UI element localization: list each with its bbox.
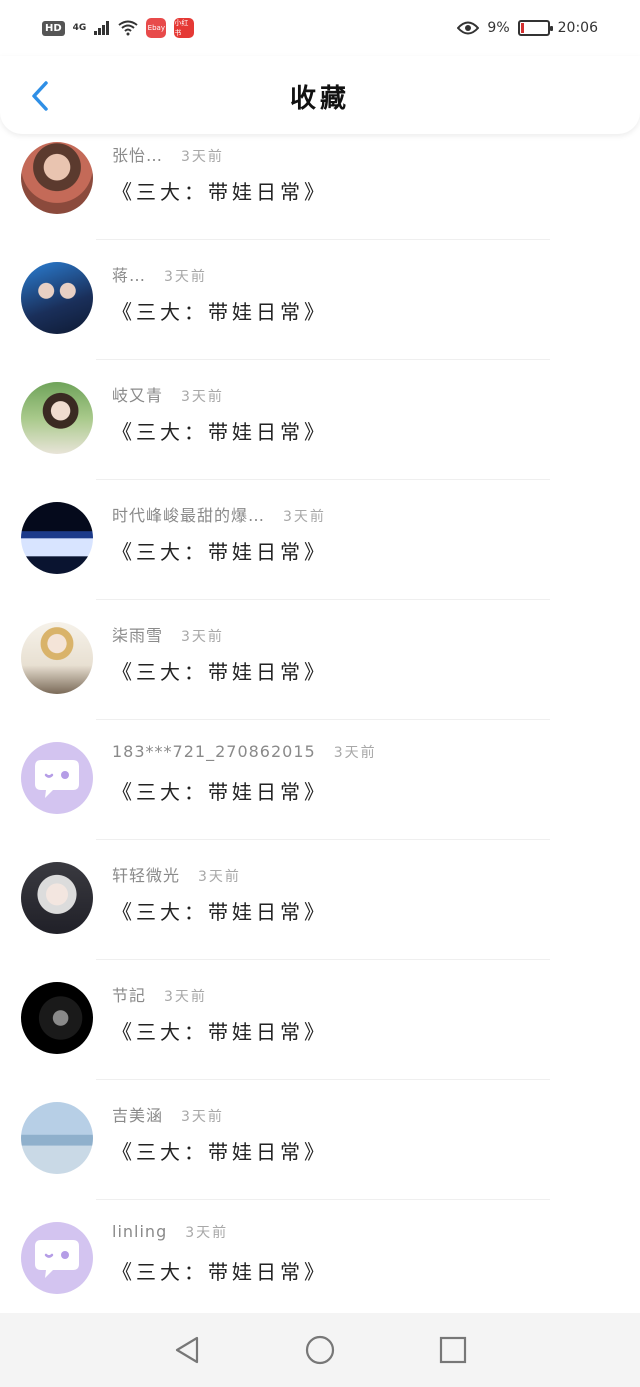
timestamp: 3天前 xyxy=(181,149,224,165)
page-title: 收藏 xyxy=(289,84,350,114)
battery-percent: 9% xyxy=(487,20,510,36)
square-recents-icon xyxy=(440,1336,467,1364)
list-item[interactable]: 蒋… 3天前 《三大：带娃日常》 xyxy=(0,240,640,360)
avatar[interactable] xyxy=(21,142,93,214)
nav-recents-button[interactable] xyxy=(433,1330,473,1370)
timestamp: 3天前 xyxy=(181,389,224,405)
timestamp: 3天前 xyxy=(198,869,241,885)
list-item[interactable]: 时代峰峻最甜的爆… 3天前 《三大：带娃日常》 xyxy=(0,480,640,600)
wifi-icon xyxy=(118,20,138,36)
signal-icon xyxy=(94,21,110,35)
favorite-title[interactable]: 《三大：带娃日常》 xyxy=(112,296,328,325)
list-item[interactable]: 柒雨雪 3天前 《三大：带娃日常》 xyxy=(0,600,640,720)
chat-bubble-icon xyxy=(35,760,79,798)
avatar[interactable] xyxy=(21,862,93,934)
timestamp: 3天前 xyxy=(333,745,377,761)
favorite-title[interactable]: 《三大：带娃日常》 xyxy=(112,176,328,205)
favorite-title[interactable]: 《三大：带娃日常》 xyxy=(112,656,328,685)
nav-back-button[interactable] xyxy=(167,1330,207,1370)
avatar[interactable] xyxy=(21,622,93,694)
avatar[interactable] xyxy=(21,382,93,454)
avatar[interactable] xyxy=(21,1102,93,1174)
timestamp: 3天前 xyxy=(181,1109,224,1125)
favorite-title[interactable]: 《三大：带娃日常》 xyxy=(112,896,328,925)
top-app-bar: 收藏 xyxy=(0,56,640,134)
user-name: 节記 xyxy=(112,986,147,1005)
clock: 20:06 xyxy=(557,20,598,36)
app-notification-icon: Ebay xyxy=(146,18,167,38)
hd-indicator: HD xyxy=(42,20,65,36)
timestamp: 3天前 xyxy=(164,989,207,1005)
user-name: 183***721_270862015 xyxy=(112,742,316,761)
favorites-list: 张怡… 3天前 《三大：带娃日常》 蒋… 3天前 《三大：带娃日常》 岐又青 3… xyxy=(0,120,640,1320)
favorite-title[interactable]: 《三大：带娃日常》 xyxy=(112,1256,328,1285)
user-name: linling xyxy=(112,1222,168,1241)
user-name: 岐又青 xyxy=(112,386,164,405)
system-nav-bar xyxy=(0,1313,640,1387)
triangle-back-icon xyxy=(175,1336,198,1364)
list-item[interactable]: 岐又青 3天前 《三大：带娃日常》 xyxy=(0,360,640,480)
favorite-title[interactable]: 《三大：带娃日常》 xyxy=(112,1136,328,1165)
list-item[interactable]: 节記 3天前 《三大：带娃日常》 xyxy=(0,960,640,1080)
list-item[interactable]: 吉美涵 3天前 《三大：带娃日常》 xyxy=(0,1080,640,1200)
avatar[interactable] xyxy=(21,502,93,574)
avatar[interactable] xyxy=(21,262,93,334)
user-name: 时代峰峻最甜的爆… xyxy=(112,506,266,525)
list-item[interactable]: 轩轻微光 3天前 《三大：带娃日常》 xyxy=(0,840,640,960)
timestamp: 3天前 xyxy=(164,269,207,285)
eye-icon xyxy=(457,21,480,35)
status-left: HD 4G Ebay 小红书 xyxy=(42,18,195,38)
user-name: 张怡… xyxy=(112,146,164,165)
network-indicator: 4G xyxy=(72,23,87,33)
user-name: 蒋… xyxy=(112,266,147,285)
user-name: 吉美涵 xyxy=(112,1106,164,1125)
xiaohongshu-notification-icon: 小红书 xyxy=(174,18,195,38)
default-avatar[interactable] xyxy=(21,1222,93,1294)
list-item[interactable]: linling 3天前 《三大：带娃日常》 xyxy=(0,1200,640,1320)
default-avatar[interactable] xyxy=(21,742,93,814)
battery-icon xyxy=(517,20,553,36)
favorite-title[interactable]: 《三大：带娃日常》 xyxy=(112,536,328,565)
status-bar: HD 4G Ebay 小红书 9% 20:06 xyxy=(0,0,640,56)
avatar[interactable] xyxy=(21,982,93,1054)
timestamp: 3天前 xyxy=(185,1225,229,1241)
circle-home-icon xyxy=(305,1335,335,1365)
nav-home-button[interactable] xyxy=(300,1330,340,1370)
timestamp: 3天前 xyxy=(181,629,224,645)
status-right: 9% 20:06 xyxy=(457,20,598,36)
user-name: 柒雨雪 xyxy=(112,626,164,645)
timestamp: 3天前 xyxy=(283,509,326,525)
list-item[interactable]: 183***721_270862015 3天前 《三大：带娃日常》 xyxy=(0,720,640,840)
chat-bubble-icon xyxy=(35,1240,79,1278)
list-item[interactable]: 张怡… 3天前 《三大：带娃日常》 xyxy=(0,120,640,240)
favorite-title[interactable]: 《三大：带娃日常》 xyxy=(112,776,328,805)
favorite-title[interactable]: 《三大：带娃日常》 xyxy=(112,1016,328,1045)
favorite-title[interactable]: 《三大：带娃日常》 xyxy=(112,416,328,445)
user-name: 轩轻微光 xyxy=(112,866,181,885)
